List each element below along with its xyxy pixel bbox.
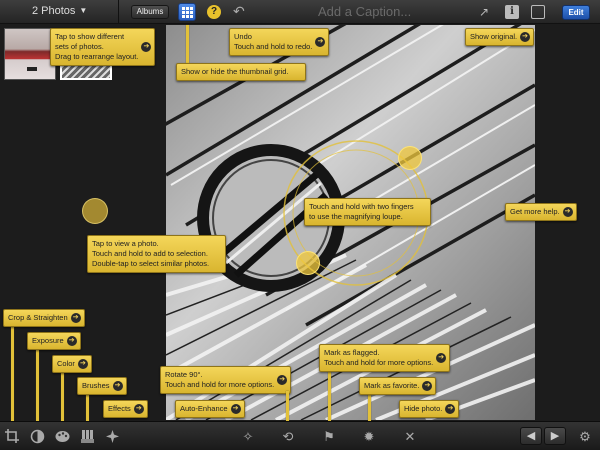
go-arrow-icon[interactable]: ➔ (315, 37, 326, 47)
share-icon[interactable]: ↗ (477, 5, 491, 19)
callout-stem (186, 25, 189, 63)
thumbnail-grid-button[interactable] (178, 3, 196, 21)
go-arrow-icon[interactable]: ➔ (277, 375, 288, 385)
bottom-toolbar: ✧ ⟲ ⚑ ✹ ✕ ◀ ▶ ⚙ (0, 421, 600, 450)
callout-exposure[interactable]: Exposure ➔ (27, 332, 81, 350)
callout-view-photo[interactable]: Tap to view a photo. Touch and hold to a… (87, 235, 227, 273)
tap-indicator (82, 198, 108, 224)
thumbnail-photo-1[interactable] (4, 28, 56, 80)
go-arrow-icon[interactable]: ➔ (77, 359, 88, 369)
loupe-handle-top[interactable] (398, 146, 422, 170)
photos-count-button[interactable]: 2 Photos ▼ (32, 5, 87, 17)
callout-brushes[interactable]: Brushes ➔ (77, 377, 127, 395)
show-original-icon[interactable] (531, 5, 545, 19)
callout-auto-enhance[interactable]: Auto-Enhance ➔ (175, 400, 245, 418)
go-arrow-icon[interactable]: ➔ (520, 32, 531, 42)
edit-button[interactable]: Edit (562, 5, 590, 20)
callout-thumbnail-grid[interactable]: Show or hide the thumbnail grid. (176, 63, 306, 81)
go-arrow-icon[interactable]: ➔ (66, 336, 77, 346)
loupe-handle-bottom[interactable] (296, 251, 320, 275)
callout-stem (286, 391, 289, 421)
favorite-icon[interactable]: ✹ (361, 429, 377, 445)
albums-button[interactable]: Albums (131, 5, 169, 19)
go-arrow-icon[interactable]: ➔ (445, 404, 456, 414)
callout-stem (36, 341, 39, 421)
callout-favorite[interactable]: Mark as favorite. ➔ (359, 377, 437, 395)
callout-loupe[interactable]: Touch and hold with two fingers to use t… (304, 198, 431, 226)
flag-icon[interactable]: ⚑ (321, 429, 337, 445)
callout-undo[interactable]: Undo Touch and hold to redo. ➔ (229, 28, 330, 56)
next-photo-button[interactable]: ▶ (544, 427, 566, 445)
undo-icon[interactable]: ↶ (233, 3, 245, 20)
callout-more-help[interactable]: Get more help. ➔ (505, 203, 577, 221)
info-icon[interactable]: i (505, 5, 519, 19)
go-arrow-icon[interactable]: ➔ (230, 404, 241, 414)
caret-down-icon: ▼ (79, 6, 88, 15)
callout-hide-photo[interactable]: Hide photo. ➔ (399, 400, 460, 418)
callout-stem (11, 318, 14, 421)
go-arrow-icon[interactable]: ➔ (562, 207, 573, 217)
auto-enhance-icon[interactable]: ✧ (240, 429, 256, 445)
callout-flagged[interactable]: Mark as flagged. Touch and hold for more… (319, 344, 451, 372)
brushes-icon[interactable] (79, 429, 95, 445)
callout-effects[interactable]: Effects ➔ (103, 400, 148, 418)
go-arrow-icon[interactable]: ➔ (70, 313, 81, 323)
crop-icon[interactable] (4, 429, 20, 445)
callout-show-original[interactable]: Show original. ➔ (465, 28, 535, 46)
go-arrow-icon[interactable]: ➔ (112, 381, 123, 391)
callout-color[interactable]: Color ➔ (52, 355, 92, 373)
settings-gear-icon[interactable]: ⚙ (577, 429, 593, 445)
photos-count-label: 2 Photos (32, 5, 76, 17)
go-arrow-icon[interactable]: ➔ (133, 404, 144, 414)
top-toolbar: 2 Photos ▼ Albums ? ↶ Add a Caption... ↗ … (0, 0, 600, 24)
callout-crop-straighten[interactable]: Crop & Straighten ➔ (3, 309, 85, 327)
callout-tap-sets[interactable]: Tap to show different sets of photos. Dr… (50, 28, 156, 66)
exposure-icon[interactable] (29, 429, 45, 445)
color-palette-icon[interactable] (54, 429, 70, 445)
go-arrow-icon[interactable]: ➔ (141, 42, 152, 52)
callout-stem (328, 366, 331, 421)
toolbar-divider (118, 0, 119, 24)
hide-photo-icon[interactable]: ✕ (402, 429, 418, 445)
caption-field[interactable]: Add a Caption... (318, 4, 411, 19)
go-arrow-icon[interactable]: ➔ (422, 381, 433, 391)
rotate-icon[interactable]: ⟲ (280, 429, 296, 445)
effects-icon[interactable] (104, 429, 120, 445)
callout-rotate[interactable]: Rotate 90°. Touch and hold for more opti… (160, 366, 292, 394)
previous-photo-button[interactable]: ◀ (520, 427, 542, 445)
go-arrow-icon[interactable]: ➔ (436, 353, 447, 363)
help-button[interactable]: ? (207, 5, 221, 19)
